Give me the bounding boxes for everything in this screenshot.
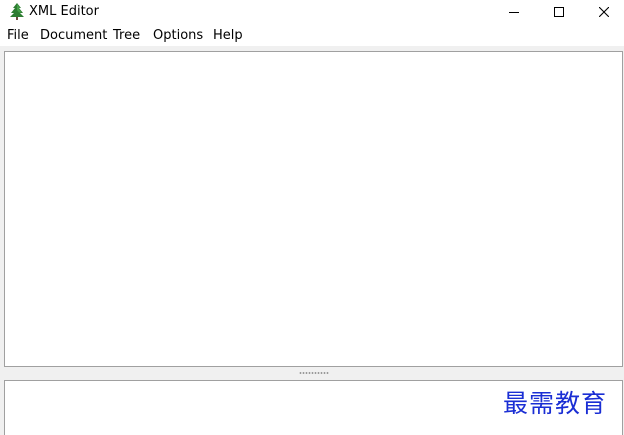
watermark-text: 最需教育 [503,389,608,418]
maximize-icon [554,7,564,17]
menu-document[interactable]: Document [40,27,107,44]
close-button[interactable] [581,0,624,24]
close-icon [599,7,609,17]
pane-splitter[interactable] [0,367,624,379]
tree-icon [9,3,25,20]
menu-options[interactable]: Options [153,27,203,44]
title-bar[interactable]: XML Editor [0,0,624,24]
minimize-icon [509,7,519,17]
app-window: XML Editor File Document Tree Options He… [0,0,624,435]
document-tree-pane[interactable] [4,51,623,367]
splitter-grip-icon [299,372,329,374]
minimize-button[interactable] [491,0,537,24]
menu-bar: File Document Tree Options Help [0,24,624,46]
menu-help[interactable]: Help [213,27,243,44]
window-title: XML Editor [29,4,99,19]
maximize-button[interactable] [536,0,582,24]
menu-file[interactable]: File [7,27,29,44]
menu-tree[interactable]: Tree [113,27,140,44]
